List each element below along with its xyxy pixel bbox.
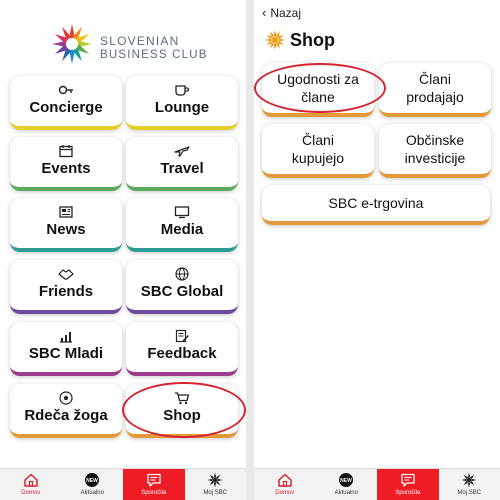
home-screen: SLOVENIAN BUSINESS CLUB Concierge Lounge… — [0, 0, 246, 500]
newspaper-icon — [10, 205, 122, 221]
tile-line-1: Člani — [302, 132, 334, 148]
tile-feedback[interactable]: Feedback — [126, 322, 238, 376]
bottom-nav: Domov NEW Aktualno Sporočila Moj SBC — [254, 468, 500, 500]
nav-label: Moj SBC — [203, 490, 228, 496]
nav-moj-sbc[interactable]: Moj SBC — [439, 469, 500, 500]
tile-label: Rdeča žoga — [24, 407, 108, 424]
tile-line-2: prodajajo — [406, 89, 464, 105]
tile-clani-kupujejo[interactable]: Člani kupujejo — [262, 124, 374, 178]
tile-rdeca-zoga[interactable]: Rdeča žoga — [10, 384, 122, 438]
tile-line-2: investicije — [404, 150, 466, 166]
tile-label: Media — [160, 221, 204, 238]
nav-moj-sbc[interactable]: Moj SBC — [185, 469, 247, 500]
home-icon — [0, 472, 62, 489]
new-badge-text: NEW — [340, 478, 352, 484]
tile-sbc-global[interactable]: SBC Global — [126, 260, 238, 314]
nav-label: Moj SBC — [457, 490, 482, 496]
key-icon — [10, 83, 122, 99]
form-edit-icon — [126, 329, 238, 345]
shop-screen: ‹ Nazaj Shop Ugodnosti za člane Člani pr… — [254, 0, 500, 500]
tile-label: Lounge — [154, 99, 210, 116]
tile-obcinske-investicije[interactable]: Občinske investicije — [379, 124, 491, 178]
tile-label: Shop — [163, 407, 201, 424]
nav-label: Domov — [275, 490, 295, 496]
tile-line-1: Ugodnosti za — [277, 71, 359, 87]
tile-concierge[interactable]: Concierge — [10, 76, 122, 130]
tile-clani-prodajajo[interactable]: Člani prodajajo — [379, 63, 491, 117]
tile-ugodnosti-za-clane[interactable]: Ugodnosti za člane — [262, 63, 374, 117]
nav-aktualno[interactable]: NEW Aktualno — [62, 469, 124, 500]
back-label: Nazaj — [270, 6, 302, 20]
tile-label: Events — [41, 160, 91, 177]
sbc-sun-icon — [439, 472, 500, 489]
sbc-sun-logo-icon — [52, 24, 92, 64]
soccer-ball-icon — [10, 391, 122, 407]
tile-sbc-e-trgovina[interactable]: SBC e-trgovina — [262, 185, 490, 225]
tile-line-1: Člani — [419, 71, 451, 87]
screen-divider — [246, 0, 254, 500]
tile-label: Friends — [38, 283, 94, 300]
nav-home[interactable]: Domov — [254, 469, 316, 500]
tile-label: Concierge — [29, 99, 103, 116]
tile-label: Feedback — [147, 345, 217, 362]
nav-label: Aktualno — [80, 490, 104, 496]
chevron-left-icon: ‹ — [262, 5, 267, 20]
nav-label: Aktualno — [334, 490, 358, 496]
tile-shop[interactable]: Shop — [126, 384, 238, 438]
nav-label: Sporočila — [141, 490, 167, 496]
logo-line-1: SLOVENIAN — [100, 34, 180, 48]
new-badge-icon: NEW — [62, 472, 124, 489]
nav-sporocila[interactable]: Sporočila — [123, 469, 185, 500]
tile-label: SBC Mladi — [28, 345, 104, 362]
tile-media[interactable]: Media — [126, 198, 238, 252]
nav-label: Sporočila — [395, 490, 421, 496]
message-icon — [123, 472, 185, 489]
new-badge-text: NEW — [86, 478, 98, 484]
nav-label: Domov — [21, 490, 41, 496]
airplane-icon — [126, 144, 238, 160]
tile-line-1: Občinske — [405, 132, 465, 148]
new-badge-icon: NEW — [316, 472, 378, 489]
tile-travel[interactable]: Travel — [126, 137, 238, 191]
tile-friends[interactable]: Friends — [10, 260, 122, 314]
shopping-cart-icon — [126, 391, 238, 407]
page-title-text: Shop — [290, 30, 335, 50]
home-icon — [254, 472, 316, 489]
tile-lounge[interactable]: Lounge — [126, 76, 238, 130]
tile-events[interactable]: Events — [10, 137, 122, 191]
nav-sporocila[interactable]: Sporočila — [377, 469, 439, 500]
calendar-icon — [10, 144, 122, 160]
coffee-cup-icon — [126, 83, 238, 99]
back-button[interactable]: ‹ Nazaj — [262, 5, 301, 20]
tile-label: SBC Global — [140, 283, 224, 300]
sbc-logo: SLOVENIAN BUSINESS CLUB — [50, 22, 210, 66]
nav-home[interactable]: Domov — [0, 469, 62, 500]
logo-line-2: BUSINESS CLUB — [100, 49, 208, 61]
nav-aktualno[interactable]: NEW Aktualno — [316, 469, 378, 500]
globe-icon — [126, 267, 238, 283]
tile-label: Travel — [160, 160, 204, 177]
message-icon — [377, 472, 439, 489]
handshake-icon — [10, 267, 122, 283]
tile-line-1: SBC e-trgovina — [328, 195, 424, 211]
tile-line-2: člane — [301, 89, 335, 105]
tv-icon — [126, 205, 238, 221]
tile-sbc-mladi[interactable]: SBC Mladi — [10, 322, 122, 376]
tile-line-2: kupujejo — [291, 150, 345, 166]
sbc-sun-icon — [185, 472, 247, 489]
growth-chart-icon — [10, 329, 122, 345]
tile-label: News — [46, 221, 86, 238]
sun-icon — [265, 30, 285, 50]
bottom-nav: Domov NEW Aktualno Sporočila Moj SBC — [0, 468, 246, 500]
tile-news[interactable]: News — [10, 198, 122, 252]
